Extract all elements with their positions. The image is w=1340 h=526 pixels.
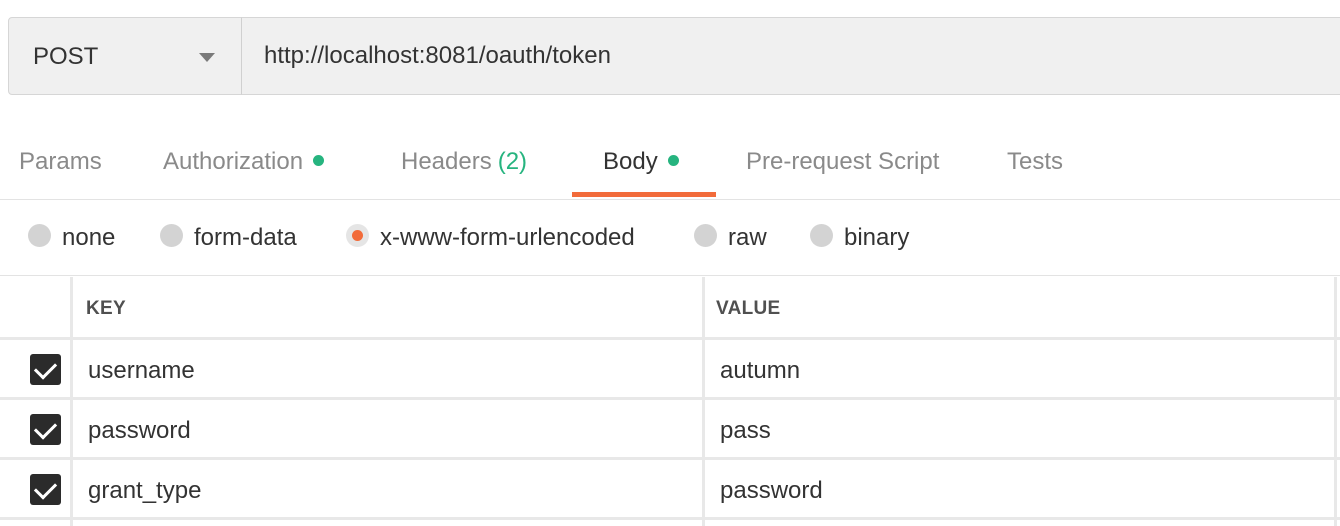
tab-label: Body [603,148,658,175]
column-divider [70,277,73,526]
row-checkbox[interactable] [30,414,61,445]
request-tabs: Params Authorization Headers (2) Body Pre… [0,118,1340,200]
headers-count: (2) [497,148,528,175]
tab-authorization[interactable]: Authorization [163,148,325,176]
url-text: http://localhost:8081/oauth/token [264,42,611,69]
tab-tests[interactable]: Tests [1007,148,1063,176]
value-cell[interactable]: password [720,477,823,505]
tab-label: Headers [401,148,492,175]
url-input[interactable]: http://localhost:8081/oauth/token [241,17,1340,95]
status-dot-icon [313,155,325,167]
radio-circle-icon [160,224,183,248]
radio-circle-icon [810,224,833,248]
chevron-down-icon [199,53,215,62]
tab-params[interactable]: Params [19,148,102,176]
active-tab-indicator [572,192,716,197]
value-column-header: VALUE [716,298,781,319]
tab-label: Pre-request Script [746,148,940,175]
radio-form-data[interactable]: form-data [160,224,297,252]
column-divider [1334,277,1337,526]
radio-label: raw [728,224,767,251]
key-column-header: KEY [86,298,126,319]
radio-label: binary [844,224,910,251]
method-label: POST [33,43,99,70]
radio-selected-icon [346,224,369,248]
tab-pre-request-script[interactable]: Pre-request Script [746,148,939,176]
table-header: KEY VALUE [0,277,1340,340]
key-cell[interactable]: username [88,357,195,385]
table-row: username autumn [0,340,1340,400]
params-table: KEY VALUE username autumn password pass … [0,277,1340,526]
radio-circle-icon [694,224,717,248]
tab-label: Authorization [163,148,304,175]
tab-label: Params [19,148,102,175]
tab-headers[interactable]: Headers (2) [401,148,527,176]
tab-label: Tests [1007,148,1064,175]
radio-raw[interactable]: raw [694,224,767,252]
radio-label: form-data [194,224,297,251]
row-checkbox[interactable] [30,354,61,385]
radio-label: x-www-form-urlencoded [380,224,635,251]
column-divider [702,277,705,526]
row-checkbox[interactable] [30,474,61,505]
request-bar: POST http://localhost:8081/oauth/token [0,0,1340,118]
value-cell[interactable]: pass [720,417,771,445]
status-dot-icon [667,155,679,167]
body-type-selector: none form-data x-www-form-urlencoded raw… [0,200,1340,276]
key-cell[interactable]: grant_type [88,477,201,505]
radio-circle-icon [28,224,51,248]
tab-body[interactable]: Body [603,148,679,176]
method-select[interactable]: POST [8,17,242,95]
radio-label: none [62,224,116,251]
radio-binary[interactable]: binary [810,224,909,252]
value-cell[interactable]: autumn [720,357,800,385]
table-row: password pass [0,400,1340,460]
key-cell[interactable]: password [88,417,191,445]
radio-none[interactable]: none [28,224,115,252]
table-row: grant_type password [0,460,1340,520]
radio-x-www-form-urlencoded[interactable]: x-www-form-urlencoded [346,224,635,252]
